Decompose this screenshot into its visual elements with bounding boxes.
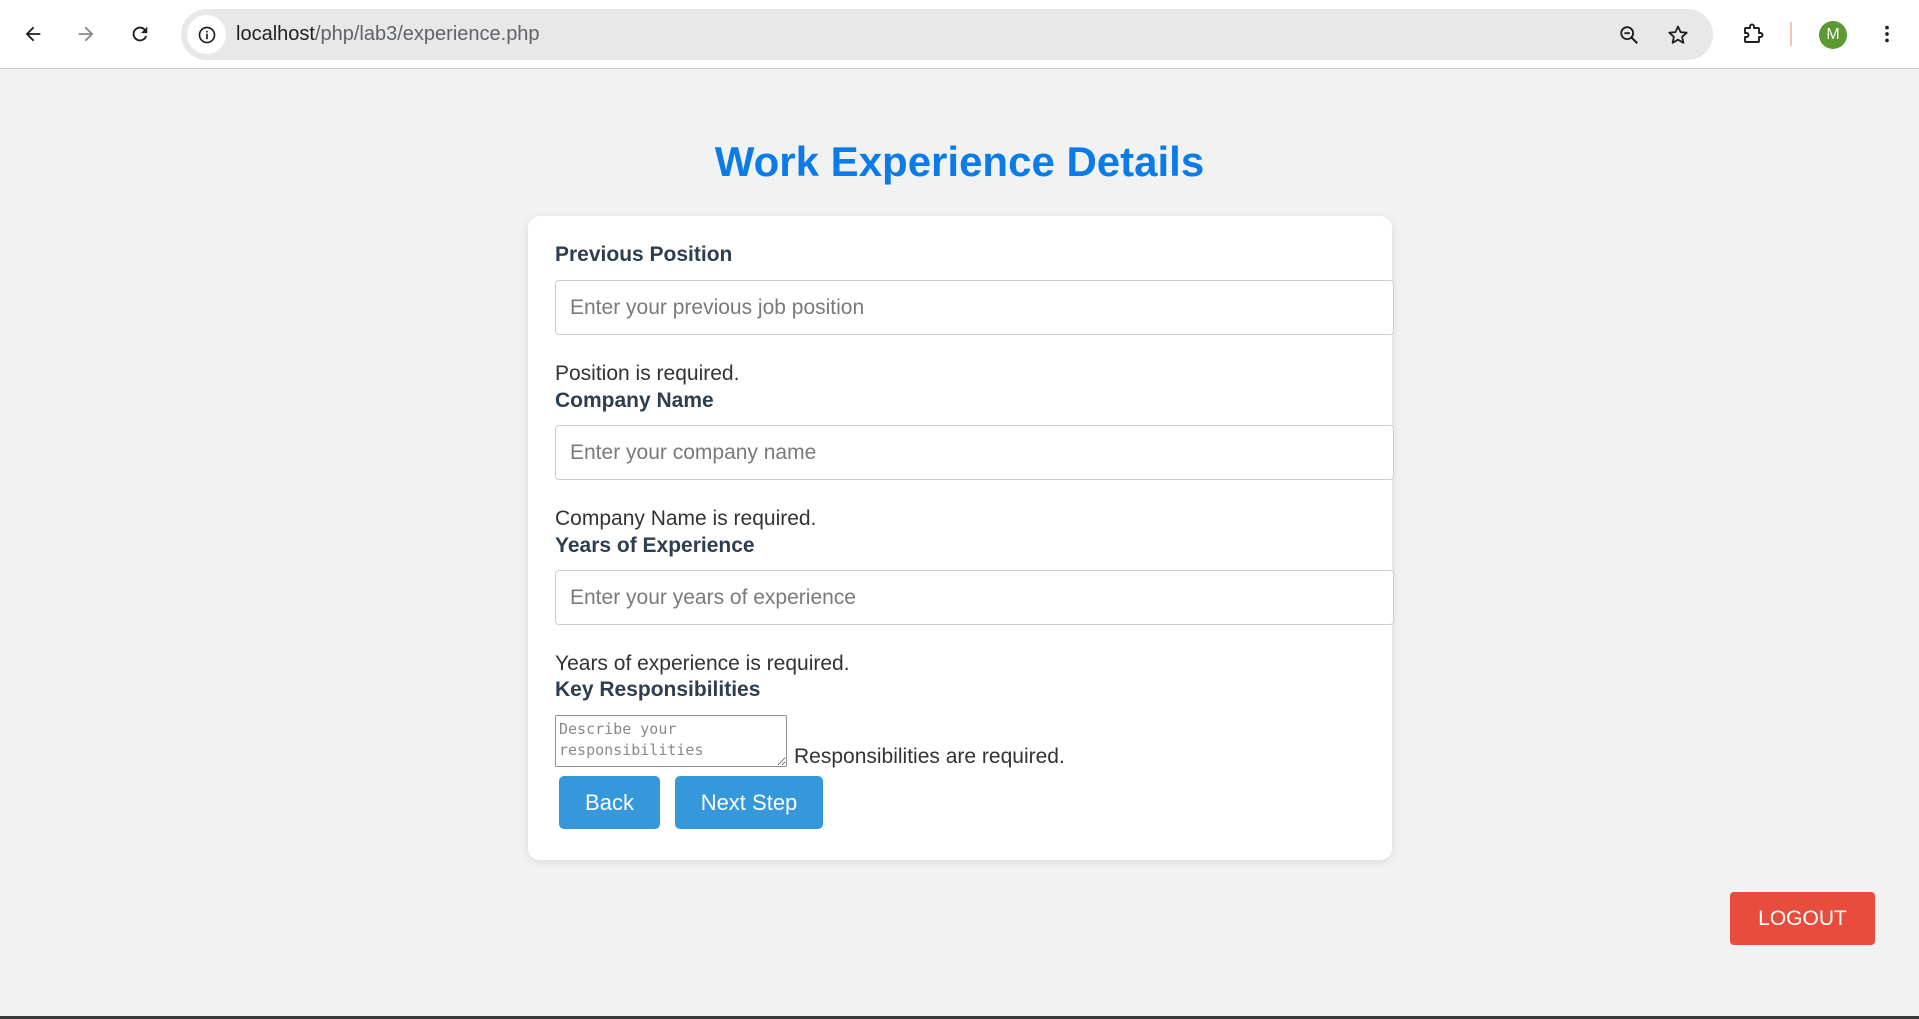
back-nav-button[interactable] [13, 14, 53, 54]
position-label: Previous Position [555, 243, 733, 266]
reload-icon [132, 26, 148, 42]
url-text[interactable]: localhost/php/lab3/experience.php [236, 9, 540, 60]
page-title: Work Experience Details [714, 138, 1205, 185]
info-icon [198, 26, 215, 43]
years-label: Years of Experience [555, 534, 755, 557]
responsibilities-textarea[interactable] [555, 715, 787, 767]
years-error: Years of experience is required. [555, 652, 850, 675]
zoom-out-icon [1619, 25, 1638, 44]
bookmark-button[interactable] [1659, 16, 1696, 53]
url-host: localhost [236, 23, 315, 45]
extensions-button[interactable] [1733, 14, 1773, 54]
position-input[interactable] [555, 280, 1394, 335]
position-error: Position is required. [555, 362, 740, 385]
address-bar[interactable]: localhost/php/lab3/experience.php [181, 9, 1713, 60]
next-step-button[interactable]: Next Step [675, 776, 823, 829]
back-button[interactable]: Back [559, 776, 660, 829]
experience-form-card: Previous Position Position is required. … [528, 216, 1394, 860]
reload-button[interactable] [120, 14, 160, 54]
profile-avatar[interactable]: M [1819, 21, 1847, 49]
site-info-button[interactable] [187, 15, 226, 54]
star-icon [1667, 25, 1688, 44]
logout-button[interactable]: LOGOUT [1730, 892, 1875, 945]
forward-nav-button[interactable] [66, 14, 106, 54]
browser-toolbar: localhost/php/lab3/experience.php M [0, 0, 1919, 69]
toolbar-divider [1790, 22, 1792, 46]
arrow-left-icon [25, 26, 41, 42]
responsibilities-label: Key Responsibilities [555, 678, 761, 701]
puzzle-icon [1744, 23, 1764, 43]
company-label: Company Name [555, 389, 714, 412]
company-input[interactable] [555, 425, 1394, 480]
responsibilities-error: Responsibilities are required. [794, 745, 1065, 768]
url-path: /php/lab3/experience.php [314, 23, 540, 45]
years-input[interactable] [555, 570, 1394, 625]
company-error: Company Name is required. [555, 507, 817, 530]
zoom-button[interactable] [1610, 16, 1647, 53]
browser-menu-button[interactable] [1867, 14, 1907, 54]
arrow-right-icon [78, 26, 94, 42]
three-dots-vertical-icon [1885, 25, 1889, 43]
